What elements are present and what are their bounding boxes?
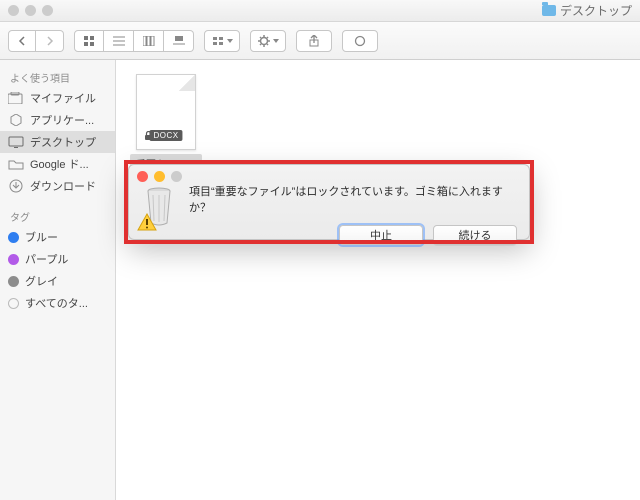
sidebar-tag-all[interactable]: すべてのタ... bbox=[0, 292, 115, 314]
cancel-button[interactable]: 中止 bbox=[339, 225, 423, 245]
sidebar-item-myfiles[interactable]: マイファイル bbox=[0, 87, 115, 109]
tag-dot-icon bbox=[8, 254, 19, 265]
folder-icon bbox=[8, 157, 24, 171]
sidebar-item-label: パープル bbox=[25, 251, 68, 267]
folder-icon bbox=[542, 5, 556, 16]
warning-icon bbox=[137, 213, 157, 231]
file-badge: DOCX bbox=[149, 130, 182, 141]
view-mode-segment bbox=[74, 30, 194, 52]
back-button[interactable] bbox=[8, 30, 36, 52]
icon-view-button[interactable] bbox=[74, 30, 104, 52]
sidebar-item-label: すべてのタ... bbox=[25, 295, 88, 311]
sidebar-tags-header: タグ bbox=[0, 205, 115, 226]
tag-dot-icon bbox=[8, 232, 19, 243]
content-area: DOCX 重要なファイル bbox=[116, 60, 640, 500]
confirmation-dialog: 項目“重要なファイル”はロックされています。ゴミ箱に入れますか？ 中止 続ける bbox=[128, 164, 530, 240]
tag-dot-icon bbox=[8, 276, 19, 287]
share-button[interactable] bbox=[296, 30, 332, 52]
applications-icon bbox=[8, 113, 24, 127]
sidebar-tag-gray[interactable]: グレイ bbox=[0, 270, 115, 292]
trash-icon bbox=[139, 181, 179, 229]
sidebar-item-desktop[interactable]: デスクトップ bbox=[0, 131, 115, 153]
column-view-button[interactable] bbox=[134, 30, 164, 52]
action-button[interactable] bbox=[250, 30, 286, 52]
forward-button[interactable] bbox=[36, 30, 64, 52]
dialog-message: 項目“重要なファイル”はロックされています。ゴミ箱に入れますか？ bbox=[189, 183, 517, 215]
coverflow-view-button[interactable] bbox=[164, 30, 194, 52]
sidebar-item-downloads[interactable]: ダウンロード bbox=[0, 175, 115, 197]
sidebar-item-label: デスクトップ bbox=[30, 134, 96, 150]
sidebar-tag-blue[interactable]: ブルー bbox=[0, 226, 115, 248]
sidebar-item-label: マイファイル bbox=[30, 90, 96, 106]
downloads-icon bbox=[8, 179, 24, 193]
document-icon: DOCX bbox=[136, 74, 196, 150]
window-traffic-lights bbox=[8, 5, 53, 16]
sidebar-tag-purple[interactable]: パープル bbox=[0, 248, 115, 270]
desktop-icon bbox=[8, 135, 24, 149]
my-files-icon bbox=[8, 91, 24, 105]
window-title: デスクトップ bbox=[560, 2, 632, 19]
sidebar-item-label: グレイ bbox=[25, 273, 58, 289]
sidebar-favorites-header: よく使う項目 bbox=[0, 66, 115, 87]
sidebar-item-applications[interactable]: アプリケー... bbox=[0, 109, 115, 131]
tag-all-icon bbox=[8, 298, 19, 309]
sidebar-item-label: アプリケー... bbox=[30, 112, 94, 128]
list-view-button[interactable] bbox=[104, 30, 134, 52]
tags-button[interactable] bbox=[342, 30, 378, 52]
arrange-button[interactable] bbox=[204, 30, 240, 52]
sidebar-item-label: ブルー bbox=[25, 229, 58, 245]
zoom-icon[interactable] bbox=[42, 5, 53, 16]
sidebar-item-label: ダウンロード bbox=[30, 178, 96, 194]
sidebar-item-googledrive[interactable]: Google ド... bbox=[0, 153, 115, 175]
sidebar: よく使う項目 マイファイル アプリケー... デスクトップ Google ド..… bbox=[0, 60, 116, 500]
minimize-icon[interactable] bbox=[25, 5, 36, 16]
toolbar bbox=[0, 22, 640, 60]
close-icon[interactable] bbox=[8, 5, 19, 16]
window-titlebar: デスクトップ bbox=[0, 0, 640, 22]
sidebar-item-label: Google ド... bbox=[30, 156, 89, 172]
continue-button[interactable]: 続ける bbox=[433, 225, 517, 245]
